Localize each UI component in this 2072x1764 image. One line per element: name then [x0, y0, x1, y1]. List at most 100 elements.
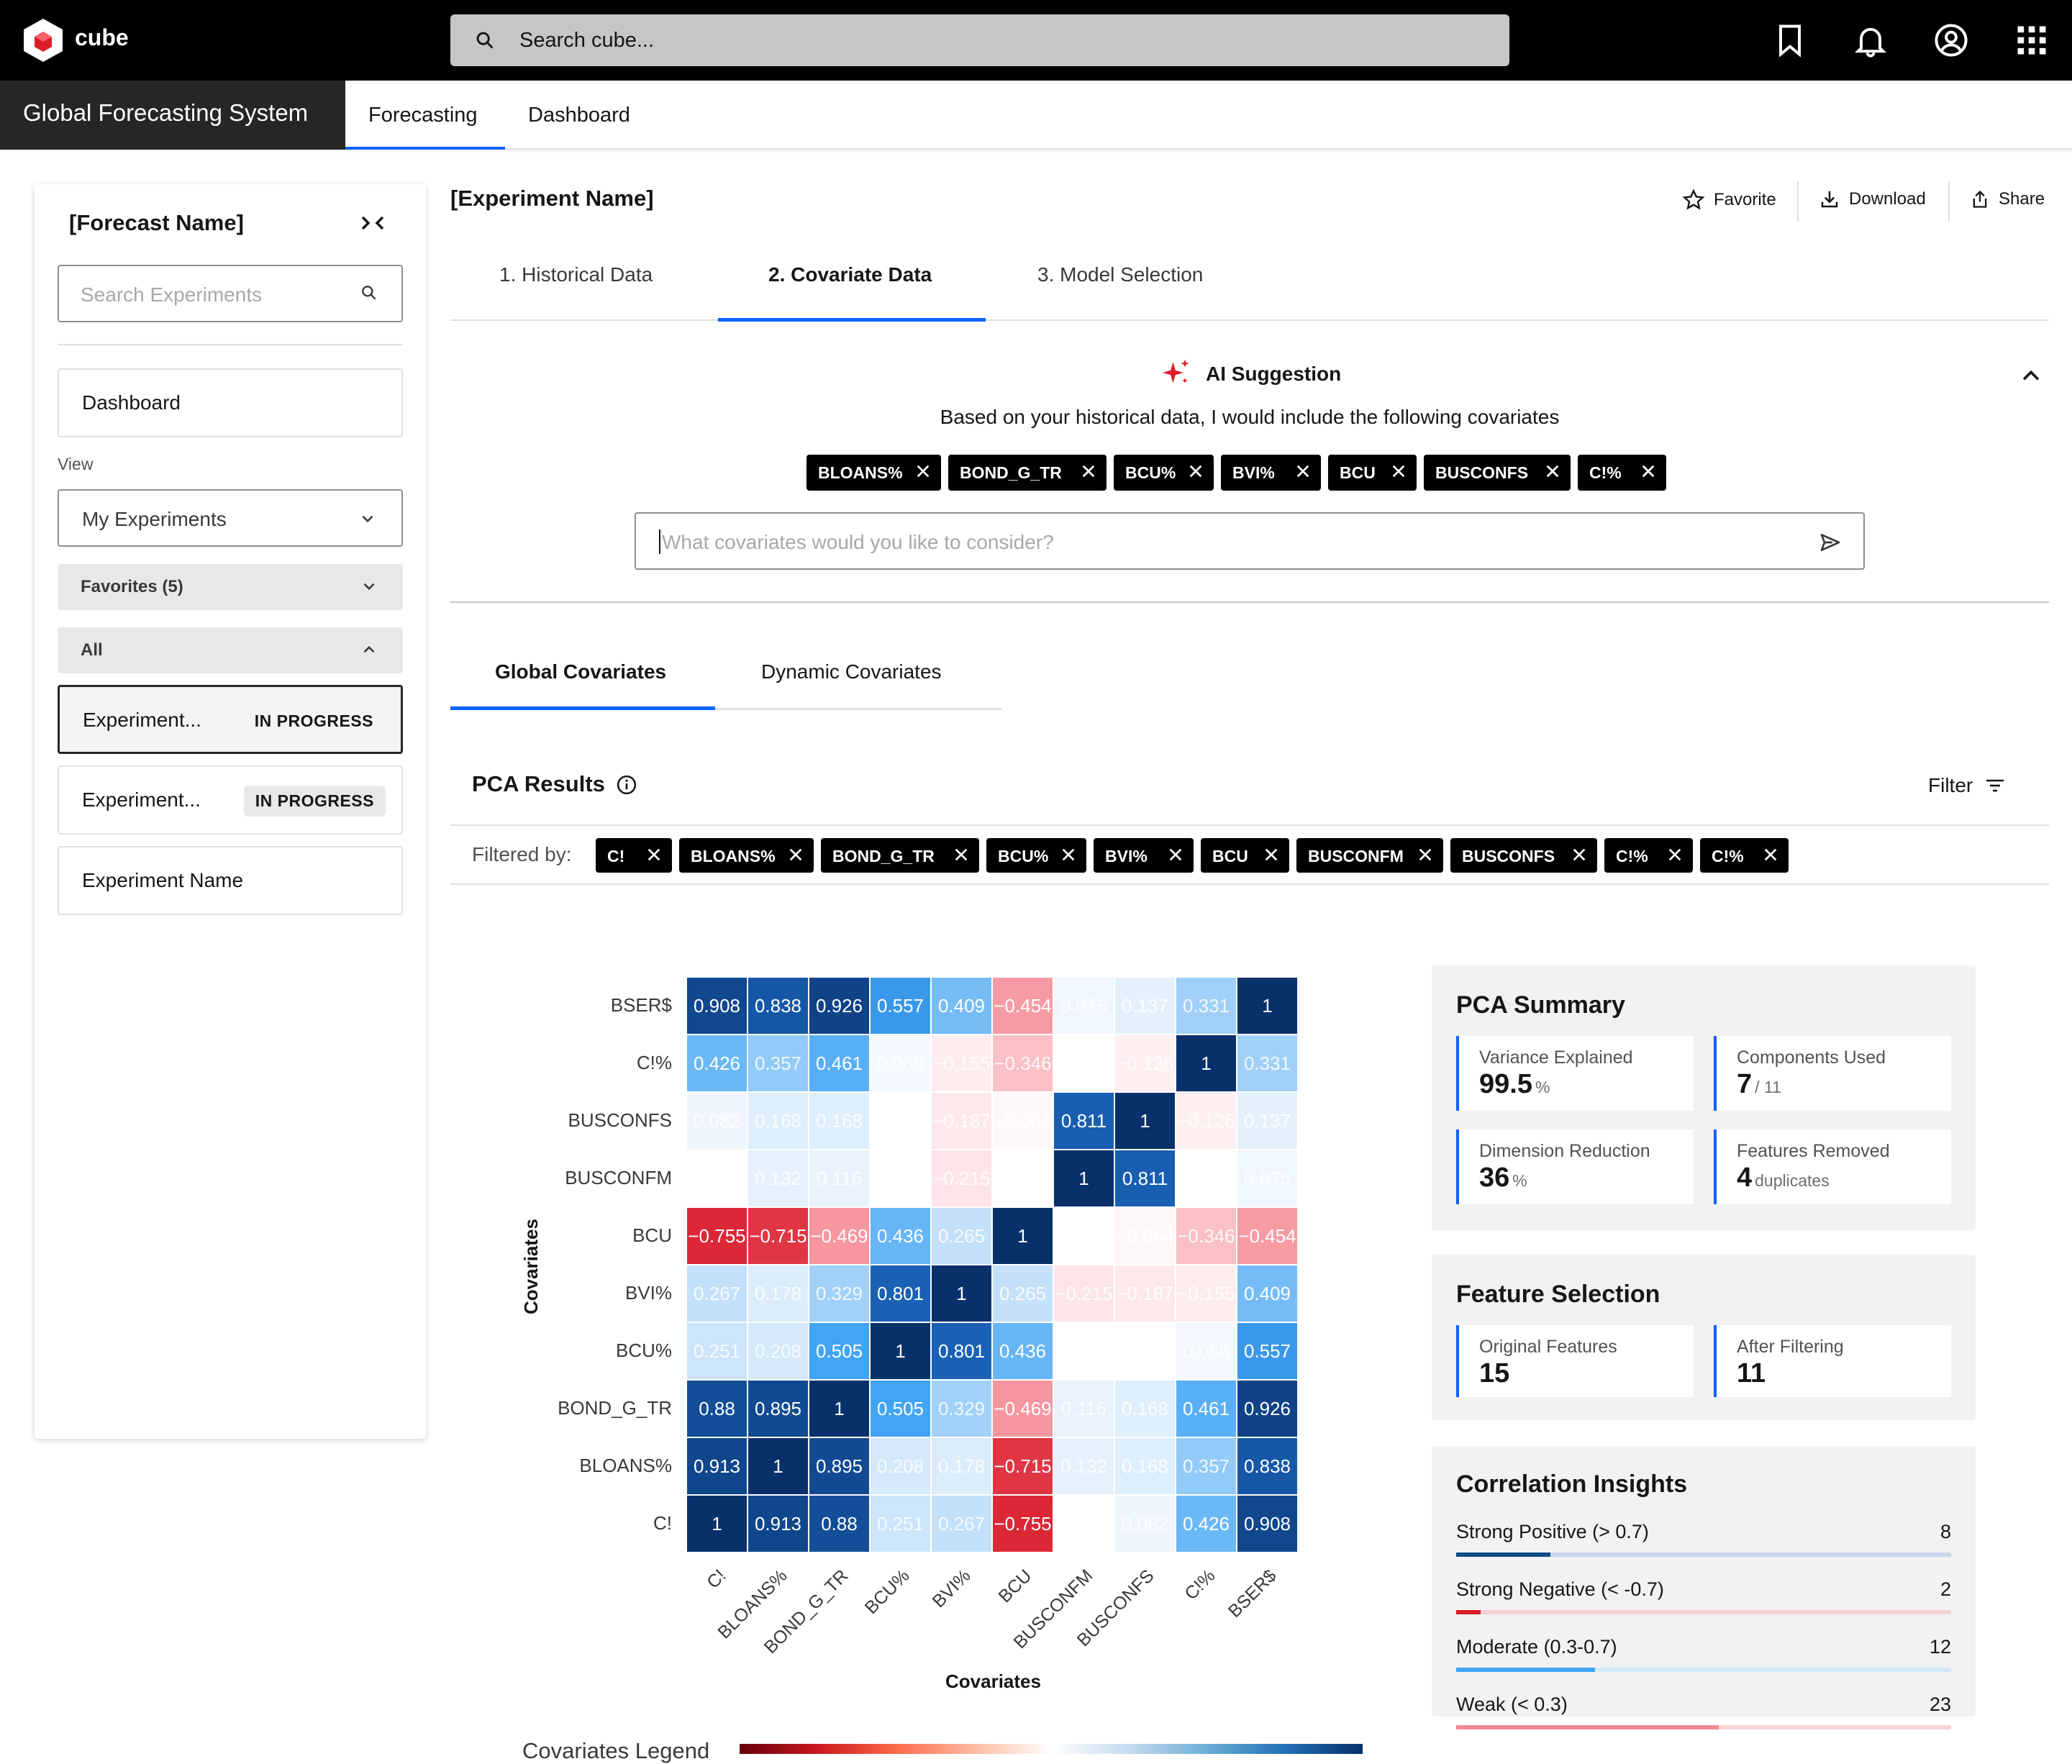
- covariate-chip[interactable]: BUSCONFS: [1450, 838, 1597, 873]
- nav-tab-forecasting[interactable]: Forecasting: [345, 81, 505, 150]
- heatmap-cell[interactable]: −0.187: [931, 1092, 992, 1150]
- heatmap-cell[interactable]: 0.208: [748, 1322, 809, 1380]
- ai-prompt-input[interactable]: What covariates would you like to consid…: [635, 512, 1865, 570]
- heatmap-cell[interactable]: [1053, 1322, 1114, 1380]
- close-icon[interactable]: [1168, 847, 1183, 863]
- heatmap-cell[interactable]: −0.346: [992, 1035, 1053, 1092]
- heatmap-cell[interactable]: 0.178: [748, 1265, 809, 1322]
- heatmap-cell[interactable]: 0.208: [870, 1437, 931, 1495]
- heatmap-cell[interactable]: 1: [809, 1380, 870, 1437]
- heatmap-cell[interactable]: −0.755: [686, 1207, 748, 1265]
- covariate-chip[interactable]: BCU: [1328, 455, 1417, 491]
- heatmap-cell[interactable]: 1: [1114, 1092, 1176, 1150]
- covariate-chip[interactable]: BCU: [1201, 838, 1289, 873]
- heatmap-cell[interactable]: 0.926: [809, 977, 870, 1035]
- heatmap-cell[interactable]: −0.215: [1053, 1265, 1114, 1322]
- covariate-chip[interactable]: BCU%: [986, 838, 1086, 873]
- heatmap-cell[interactable]: 1: [1237, 977, 1298, 1035]
- heatmap-cell[interactable]: 0.267: [931, 1495, 992, 1552]
- heatmap-cell[interactable]: [992, 1150, 1053, 1207]
- heatmap-cell[interactable]: −0.715: [992, 1437, 1053, 1495]
- close-icon[interactable]: [788, 847, 804, 863]
- close-icon[interactable]: [646, 847, 662, 863]
- heatmap-cell[interactable]: 0.329: [931, 1380, 992, 1437]
- heatmap-cell[interactable]: 0.132: [748, 1150, 809, 1207]
- covariate-chip[interactable]: C!%: [1604, 838, 1693, 873]
- heatmap-cell[interactable]: 0.137: [1114, 977, 1176, 1035]
- covariate-chip[interactable]: BLOANS%: [679, 838, 814, 873]
- heatmap-cell[interactable]: [1176, 1150, 1237, 1207]
- heatmap-cell[interactable]: 0.265: [992, 1265, 1053, 1322]
- heatmap-cell[interactable]: 0.137: [1237, 1092, 1298, 1150]
- view-select[interactable]: My Experiments: [58, 489, 403, 547]
- search-experiments-input[interactable]: Search Experiments: [58, 265, 403, 322]
- bookmark-icon[interactable]: [1771, 22, 1809, 59]
- heatmap-cell[interactable]: 0.838: [748, 977, 809, 1035]
- heatmap-cell[interactable]: 0.265: [931, 1207, 992, 1265]
- heatmap-cell[interactable]: 0.075: [1053, 977, 1114, 1035]
- covariate-chip[interactable]: BOND_G_TR: [948, 455, 1107, 491]
- heatmap-cell[interactable]: −0.454: [992, 977, 1053, 1035]
- all-group[interactable]: All: [58, 627, 403, 673]
- close-icon[interactable]: [1571, 847, 1587, 863]
- heatmap-cell[interactable]: 0.801: [870, 1265, 931, 1322]
- tab-global-covariates[interactable]: Global Covariates: [495, 660, 666, 683]
- close-icon[interactable]: [1667, 847, 1683, 863]
- heatmap-cell[interactable]: 0.132: [1053, 1437, 1114, 1495]
- heatmap-cell[interactable]: 0.913: [748, 1495, 809, 1552]
- heatmap-cell[interactable]: [686, 1150, 748, 1207]
- heatmap-cell[interactable]: 0.88: [809, 1495, 870, 1552]
- heatmap-cell[interactable]: 0.082: [1114, 1495, 1176, 1552]
- heatmap-cell[interactable]: 0.168: [809, 1092, 870, 1150]
- filter-button[interactable]: Filter: [1928, 774, 2006, 797]
- heatmap-cell[interactable]: −0.215: [931, 1150, 992, 1207]
- heatmap-cell[interactable]: −0.064: [992, 1092, 1053, 1150]
- heatmap-cell[interactable]: 0.066: [1176, 1322, 1237, 1380]
- close-icon[interactable]: [1545, 463, 1560, 479]
- heatmap-cell[interactable]: 0.357: [1176, 1437, 1237, 1495]
- close-icon[interactable]: [915, 463, 931, 479]
- heatmap-cell[interactable]: −0.469: [809, 1207, 870, 1265]
- experiment-item[interactable]: Experiment Name: [58, 846, 403, 915]
- covariate-chip[interactable]: BVI%: [1221, 455, 1321, 491]
- heatmap-cell[interactable]: 0.908: [686, 977, 748, 1035]
- heatmap-cell[interactable]: 0.436: [870, 1207, 931, 1265]
- heatmap-cell[interactable]: 0.926: [1237, 1380, 1298, 1437]
- chevron-up-icon[interactable]: [2019, 364, 2043, 388]
- close-icon[interactable]: [1060, 847, 1076, 863]
- covariate-chip[interactable]: BVI%: [1094, 838, 1194, 873]
- close-icon[interactable]: [1295, 463, 1311, 479]
- heatmap-cell[interactable]: 0.895: [809, 1437, 870, 1495]
- favorite-button[interactable]: Favorite: [1682, 188, 1776, 212]
- heatmap-cell[interactable]: 0.331: [1176, 977, 1237, 1035]
- step-tab-model-selection[interactable]: 3. Model Selection: [1037, 263, 1203, 321]
- covariate-chip[interactable]: BCU%: [1114, 455, 1214, 491]
- heatmap-cell[interactable]: −0.064: [1114, 1207, 1176, 1265]
- heatmap-cell[interactable]: 0.116: [809, 1150, 870, 1207]
- covariate-chip[interactable]: BLOANS%: [806, 455, 941, 491]
- heatmap-cell[interactable]: 0.357: [748, 1035, 809, 1092]
- heatmap-cell[interactable]: [870, 1092, 931, 1150]
- heatmap-cell[interactable]: −0.755: [992, 1495, 1053, 1552]
- heatmap-cell[interactable]: [1053, 1495, 1114, 1552]
- heatmap-cell[interactable]: −0.187: [1114, 1265, 1176, 1322]
- heatmap-cell[interactable]: 1: [1053, 1150, 1114, 1207]
- close-icon[interactable]: [1640, 463, 1656, 479]
- covariate-chip[interactable]: BUSCONFM: [1296, 838, 1443, 873]
- heatmap-cell[interactable]: 0.075: [1237, 1150, 1298, 1207]
- heatmap-cell[interactable]: 0.557: [1237, 1322, 1298, 1380]
- heatmap-cell[interactable]: 0.436: [992, 1322, 1053, 1380]
- heatmap-cell[interactable]: −0.126: [1176, 1092, 1237, 1150]
- sidebar-dashboard-button[interactable]: Dashboard: [58, 368, 403, 437]
- covariate-chip[interactable]: BUSCONFS: [1424, 455, 1571, 491]
- heatmap-cell[interactable]: 1: [992, 1207, 1053, 1265]
- heatmap-cell[interactable]: 0.505: [809, 1322, 870, 1380]
- heatmap-cell[interactable]: 0.409: [1237, 1265, 1298, 1322]
- heatmap-cell[interactable]: 0.168: [1114, 1380, 1176, 1437]
- heatmap-cell[interactable]: 0.168: [748, 1092, 809, 1150]
- cube-logo-icon[interactable]: [22, 17, 65, 63]
- heatmap-cell[interactable]: 0.426: [686, 1035, 748, 1092]
- app-grid-icon[interactable]: [2013, 22, 2050, 59]
- notification-bell-icon[interactable]: [1852, 22, 1889, 59]
- heatmap-cell[interactable]: 1: [1176, 1035, 1237, 1092]
